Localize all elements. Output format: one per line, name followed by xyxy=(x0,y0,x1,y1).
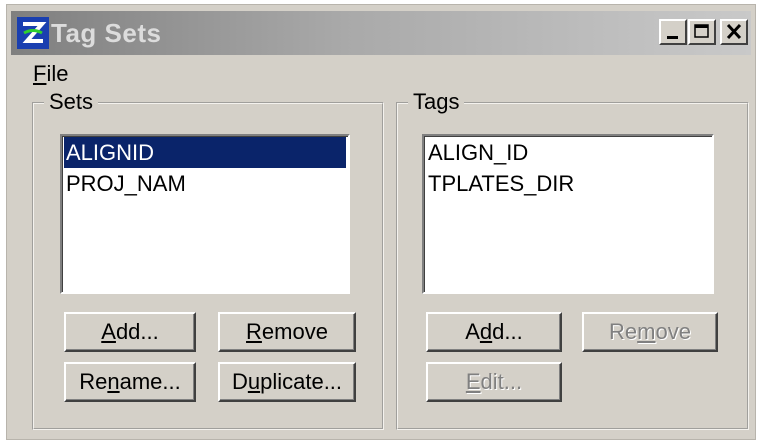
window-title: Tag Sets xyxy=(51,18,162,48)
menu-file[interactable]: File xyxy=(33,61,68,87)
sets-groupbox: Sets ALIGNID PROJ_NAM Add... Remove Rena… xyxy=(32,89,384,430)
sets-duplicate-post: plicate... xyxy=(260,369,343,394)
tags-remove-pre: Re xyxy=(609,319,638,344)
app-logo-icon xyxy=(17,17,49,49)
tags-groupbox: Tags ALIGN_ID TPLATES_DIR Add... Remove … xyxy=(396,89,749,430)
tags-add-pre: A xyxy=(465,319,480,344)
sets-rename-mnemonic: n xyxy=(107,369,120,394)
minimize-button[interactable] xyxy=(659,19,687,45)
maximize-icon xyxy=(694,24,709,38)
close-icon xyxy=(726,23,742,40)
tags-edit-button[interactable]: Edit... xyxy=(426,362,562,402)
tags-list-item-align-id[interactable]: ALIGN_ID xyxy=(426,137,710,168)
sets-add-post: dd... xyxy=(115,319,159,344)
sets-duplicate-button[interactable]: Duplicate... xyxy=(218,362,356,402)
sets-remove-mnemonic: R xyxy=(246,319,262,344)
tags-add-post: d... xyxy=(492,319,523,344)
sets-rename-button[interactable]: Rename... xyxy=(64,362,196,402)
sets-duplicate-pre: D xyxy=(231,369,248,394)
tags-add-button[interactable]: Add... xyxy=(426,312,562,352)
tags-edit-mnemonic: E xyxy=(465,369,481,394)
sets-legend: Sets xyxy=(44,89,99,115)
sets-rename-pre: Re xyxy=(79,369,108,394)
minimize-icon xyxy=(667,36,678,39)
sets-remove-button[interactable]: Remove xyxy=(218,312,356,352)
sets-remove-post: emove xyxy=(261,319,328,344)
sets-add-mnemonic: A xyxy=(101,319,116,344)
tags-remove-post: ove xyxy=(655,319,691,344)
tags-listbox[interactable]: ALIGN_ID TPLATES_DIR xyxy=(422,134,714,294)
sets-add-button[interactable]: Add... xyxy=(64,312,196,352)
tags-add-mnemonic: d xyxy=(479,319,493,344)
tag-sets-window: Tag Sets File Sets ALIGNID PROJ_NAM Add.… xyxy=(6,4,756,440)
sets-rename-post: ame... xyxy=(119,369,181,394)
tags-list-item-tplates-dir[interactable]: TPLATES_DIR xyxy=(426,168,710,199)
maximize-button[interactable] xyxy=(688,19,716,45)
sets-listbox[interactable]: ALIGNID PROJ_NAM xyxy=(60,134,350,294)
tags-legend: Tags xyxy=(408,89,465,115)
sets-list-item-proj-nam[interactable]: PROJ_NAM xyxy=(64,168,346,199)
close-button[interactable] xyxy=(720,19,748,45)
sets-list-item-alignid[interactable]: ALIGNID xyxy=(64,137,346,168)
sets-duplicate-mnemonic: u xyxy=(247,369,261,394)
menu-bar: File xyxy=(11,59,751,89)
tags-edit-post: dit... xyxy=(480,369,523,394)
tags-remove-mnemonic: m xyxy=(637,319,656,344)
title-bar[interactable]: Tag Sets xyxy=(11,11,751,55)
menu-file-mnemonic: F xyxy=(33,61,47,86)
menu-file-label: ile xyxy=(46,61,69,86)
tags-remove-button[interactable]: Remove xyxy=(582,312,718,352)
